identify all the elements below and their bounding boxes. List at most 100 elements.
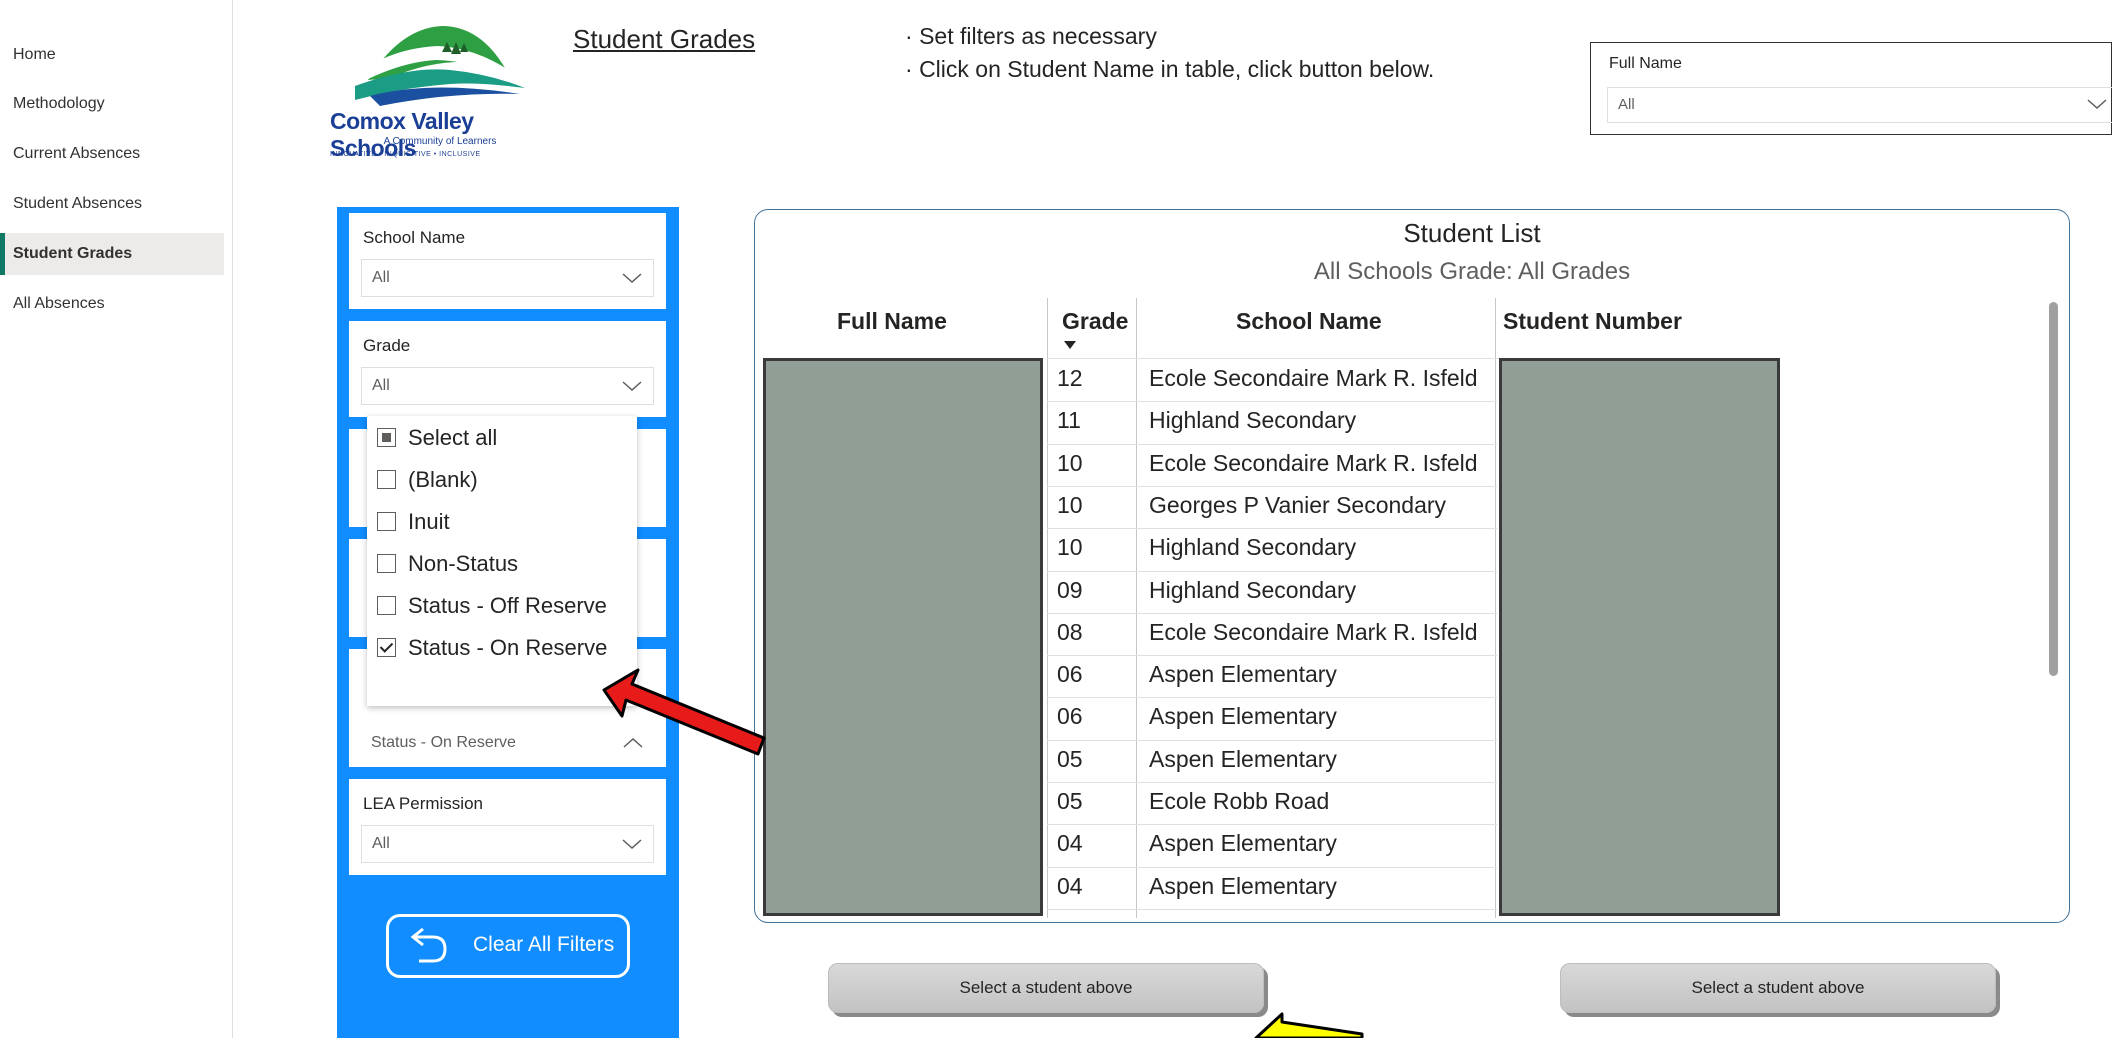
chevron-down-icon bbox=[622, 381, 642, 392]
grade-slicer: Grade All bbox=[349, 321, 666, 417]
instruction-line: · Click on Student Name in table, click … bbox=[905, 56, 1435, 82]
nav-item-all-absences[interactable]: All Absences bbox=[0, 283, 224, 325]
option-inuit[interactable]: Inuit bbox=[377, 502, 450, 542]
nav-item-student-grades[interactable]: Student Grades bbox=[0, 233, 224, 275]
cell-school-name[interactable]: Aspen Elementary bbox=[1149, 746, 1337, 773]
page-title: Student Grades bbox=[573, 24, 756, 54]
option-blank[interactable]: (Blank) bbox=[377, 460, 478, 500]
student-list-table: Student List All Schools Grade: All Grad… bbox=[754, 209, 2070, 923]
lea-permission-dropdown[interactable]: All bbox=[361, 825, 654, 863]
slicer-title: Grade bbox=[363, 336, 411, 355]
instruction-text-1: Set filters as necessary bbox=[919, 23, 1157, 49]
cell-grade[interactable]: 11 bbox=[1057, 407, 1081, 434]
instruction-line: · Set filters as necessary bbox=[905, 23, 1157, 49]
row-divider bbox=[1047, 655, 1497, 657]
checkbox-icon bbox=[377, 512, 396, 531]
left-navigation: Home Methodology Current Absences Studen… bbox=[0, 0, 233, 1038]
checkbox-icon bbox=[377, 428, 396, 447]
row-divider bbox=[1047, 908, 1497, 910]
cell-grade[interactable]: 12 bbox=[1057, 365, 1083, 392]
cell-grade[interactable]: 10 bbox=[1057, 492, 1083, 519]
cell-grade[interactable]: 10 bbox=[1057, 534, 1083, 561]
cell-grade[interactable]: 04 bbox=[1057, 830, 1083, 857]
nav-item-student-absences[interactable]: Student Absences bbox=[0, 183, 224, 225]
option-label: Non-Status bbox=[408, 551, 519, 576]
select-student-button-right[interactable]: Select a student above bbox=[1560, 963, 1996, 1013]
option-non-status[interactable]: Non-Status bbox=[377, 544, 518, 584]
row-divider bbox=[1047, 401, 1497, 403]
column-header-student-number[interactable]: Student Number bbox=[1503, 308, 1682, 335]
slicer-value: All bbox=[372, 835, 390, 852]
column-header-grade[interactable]: Grade bbox=[1062, 308, 1128, 335]
cell-school-name[interactable]: Ecole Secondaire Mark R. Isfeld bbox=[1149, 365, 1478, 392]
cell-school-name[interactable]: Highland Secondary bbox=[1149, 534, 1356, 561]
logo-subline: INNOVATIVE • INQUISITIVE • INCLUSIVE bbox=[330, 151, 481, 158]
nav-item-methodology[interactable]: Methodology bbox=[0, 83, 224, 125]
option-select-all[interactable]: Select all bbox=[377, 418, 497, 458]
option-label: Status - Off Reserve bbox=[408, 593, 607, 618]
cell-school-name[interactable]: Highland Secondary bbox=[1149, 407, 1356, 434]
redacted-student-numbers bbox=[1499, 358, 1780, 916]
option-label: Select all bbox=[408, 425, 498, 450]
cell-school-name[interactable]: Aspen Elementary bbox=[1149, 830, 1337, 857]
grade-dropdown[interactable]: All bbox=[361, 367, 654, 405]
row-divider bbox=[1047, 528, 1497, 530]
cell-school-name[interactable]: Georges P Vanier Secondary bbox=[1149, 492, 1446, 519]
cell-school-name[interactable]: Aspen Elementary bbox=[1149, 873, 1337, 900]
cell-grade[interactable]: 06 bbox=[1057, 703, 1083, 730]
nav-item-current-absences[interactable]: Current Absences bbox=[0, 133, 224, 175]
nav-item-home[interactable]: Home bbox=[0, 34, 224, 76]
school-name-dropdown[interactable]: All bbox=[361, 259, 654, 297]
row-divider bbox=[1047, 485, 1497, 487]
clear-all-filters-button[interactable]: Clear All Filters bbox=[386, 914, 630, 978]
slicer-title: Full Name bbox=[1609, 55, 1682, 72]
cell-grade[interactable]: 08 bbox=[1057, 619, 1083, 646]
table-subtitle-text: All Schools Grade: All Grades bbox=[1313, 258, 1631, 285]
table-scrollbar[interactable] bbox=[2049, 302, 2058, 676]
cell-school-name[interactable]: Aspen Elementary bbox=[1149, 703, 1337, 730]
cell-grade[interactable]: 05 bbox=[1057, 788, 1083, 815]
status-dropdown-list: Select all (Blank) Inuit Non-Status Stat… bbox=[367, 416, 637, 706]
select-student-button-left[interactable]: Select a student above bbox=[828, 963, 1264, 1013]
full-name-slicer: Full Name All bbox=[1590, 42, 2112, 135]
cell-grade[interactable]: 04 bbox=[1057, 873, 1083, 900]
sort-descending-icon bbox=[1064, 341, 1076, 349]
table-title: Student List bbox=[755, 218, 2069, 249]
option-status-on-reserve[interactable]: Status - On Reserve bbox=[377, 628, 607, 668]
slicer-value: All bbox=[372, 269, 390, 286]
column-header-full-name[interactable]: Full Name bbox=[837, 308, 947, 335]
option-label: (Blank) bbox=[408, 467, 478, 492]
logo-tagline: A Community of Learners bbox=[383, 136, 497, 147]
cell-school-name[interactable]: Highland Secondary bbox=[1149, 577, 1356, 604]
slicer-value: Status - On Reserve bbox=[371, 734, 516, 751]
cell-school-name[interactable]: Ecole Robb Road bbox=[1149, 788, 1329, 815]
logo-mountains-icon bbox=[350, 26, 525, 106]
slicer-value: All bbox=[1618, 96, 1635, 113]
red-arrow-icon bbox=[602, 668, 766, 756]
cell-grade[interactable]: 09 bbox=[1057, 577, 1083, 604]
instructions: · Set filters as necessary · Click on St… bbox=[905, 20, 1434, 86]
cell-grade[interactable]: 05 bbox=[1057, 746, 1083, 773]
table-subtitle: All Schools Grade: All Grades bbox=[755, 258, 2069, 286]
row-divider bbox=[1047, 612, 1497, 614]
instruction-text-2: Click on Student Name in table, click bu… bbox=[919, 56, 1435, 82]
column-header-school-name[interactable]: School Name bbox=[1236, 308, 1382, 335]
row-divider bbox=[1047, 866, 1497, 868]
option-label: Inuit bbox=[408, 509, 450, 534]
slicer-title: LEA Permission bbox=[363, 794, 483, 813]
slicer-value: All bbox=[372, 377, 390, 394]
cell-grade[interactable]: 06 bbox=[1057, 661, 1083, 688]
option-status-off-reserve[interactable]: Status - Off Reserve bbox=[377, 586, 607, 626]
option-label: Status - On Reserve bbox=[408, 635, 608, 660]
lea-permission-slicer: LEA Permission All bbox=[349, 779, 666, 875]
cell-school-name[interactable]: Ecole Secondaire Mark R. Isfeld bbox=[1149, 619, 1478, 646]
chevron-down-icon bbox=[622, 273, 642, 284]
yellow-arrow-icon bbox=[1254, 1012, 1364, 1038]
checkbox-icon bbox=[377, 554, 396, 573]
cell-school-name[interactable]: Ecole Secondaire Mark R. Isfeld bbox=[1149, 450, 1478, 477]
cell-grade[interactable]: 10 bbox=[1057, 450, 1083, 477]
cell-school-name[interactable]: Aspen Elementary bbox=[1149, 661, 1337, 688]
full-name-dropdown[interactable]: All bbox=[1607, 87, 2112, 123]
row-divider bbox=[1047, 697, 1497, 699]
row-divider bbox=[1047, 782, 1497, 783]
